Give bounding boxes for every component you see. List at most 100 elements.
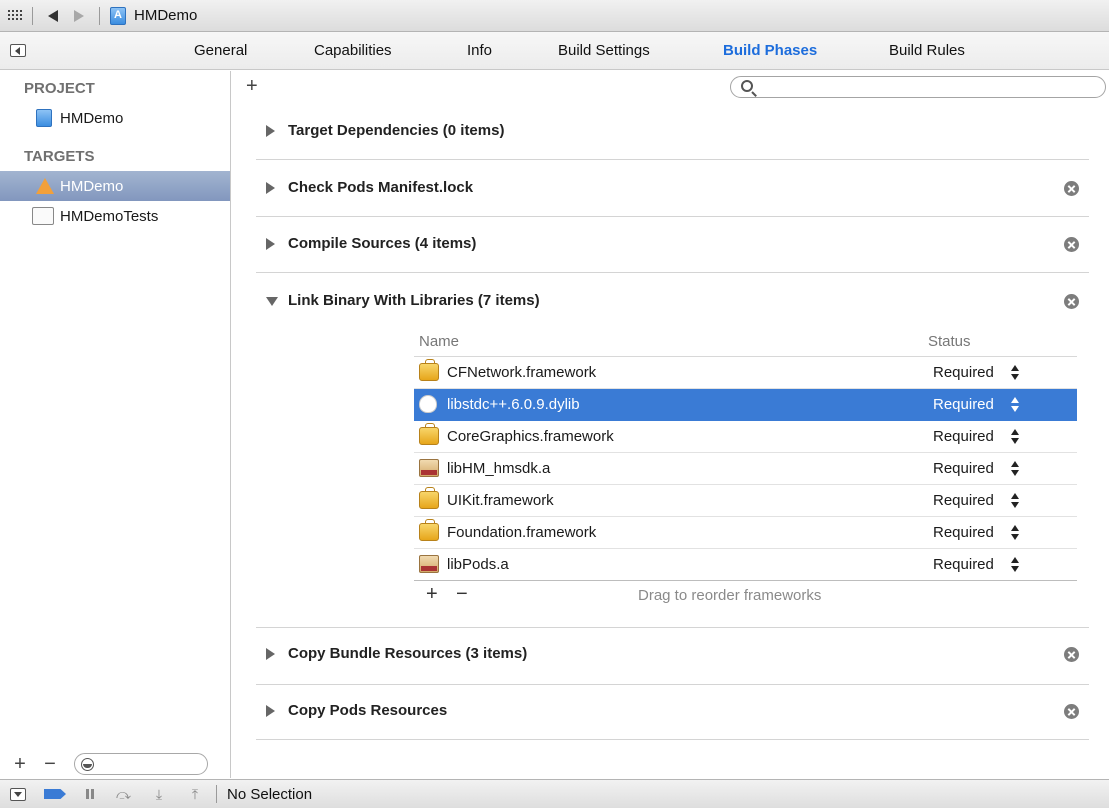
library-name: CoreGraphics.framework <box>447 428 614 445</box>
phase-title[interactable]: Copy Pods Resources <box>288 702 447 719</box>
pause-icon[interactable] <box>86 789 94 799</box>
project-file-icon <box>110 6 126 25</box>
remove-library-button[interactable]: − <box>456 583 468 606</box>
phase-copy-pods-resources: Copy Pods Resources <box>256 685 1089 740</box>
tab-info[interactable]: Info <box>467 42 492 59</box>
library-status[interactable]: Required <box>933 364 994 381</box>
status-stepper-icon[interactable] <box>1010 429 1020 445</box>
phase-title[interactable]: Link Binary With Libraries (7 items) <box>288 292 540 309</box>
tab-capabilities[interactable]: Capabilities <box>314 42 392 59</box>
library-name: CFNetwork.framework <box>447 364 597 381</box>
editor-tab-bar: General Capabilities Info Build Settings… <box>0 32 1109 70</box>
library-status[interactable]: Required <box>933 492 994 509</box>
column-header-status[interactable]: Status <box>928 333 971 350</box>
divider <box>32 6 33 25</box>
search-input[interactable] <box>761 78 1091 96</box>
breakpoints-icon[interactable] <box>44 789 66 799</box>
phase-title[interactable]: Copy Bundle Resources (3 items) <box>288 645 527 662</box>
sidebar-footer: + − <box>0 750 230 778</box>
table-row[interactable]: libHM_hmsdk.a Required <box>414 453 1077 485</box>
phase-copy-bundle-resources: Copy Bundle Resources (3 items) <box>256 628 1089 685</box>
library-status[interactable]: Required <box>933 396 994 413</box>
status-stepper-icon[interactable] <box>1010 461 1020 477</box>
archive-icon <box>419 555 439 573</box>
sidebar-filter-field[interactable] <box>74 753 208 775</box>
sidebar-item-label: HMDemo <box>60 177 124 195</box>
related-items-icon[interactable] <box>8 9 22 22</box>
library-status[interactable]: Required <box>933 524 994 541</box>
library-name: libPods.a <box>447 556 509 573</box>
sidebar-item-project-hmdemo[interactable]: HMDemo <box>0 103 230 133</box>
forward-arrow-icon[interactable] <box>69 6 89 26</box>
framework-icon <box>419 359 439 381</box>
phase-title[interactable]: Compile Sources (4 items) <box>288 235 476 252</box>
test-bundle-icon <box>32 207 54 225</box>
add-library-button[interactable]: + <box>426 583 438 606</box>
back-arrow-icon[interactable] <box>43 6 63 26</box>
remove-target-button[interactable]: − <box>40 753 60 776</box>
library-name: libstdc++.6.0.9.dylib <box>447 396 580 413</box>
library-name: UIKit.framework <box>447 492 554 509</box>
disclosure-triangle-icon[interactable] <box>266 297 278 306</box>
delete-phase-icon[interactable] <box>1064 704 1079 719</box>
disclosure-triangle-icon[interactable] <box>266 182 275 194</box>
table-row[interactable]: CoreGraphics.framework Required <box>414 421 1077 453</box>
phase-title[interactable]: Check Pods Manifest.lock <box>288 179 473 196</box>
status-stepper-icon[interactable] <box>1010 493 1020 509</box>
status-stepper-icon[interactable] <box>1010 557 1020 573</box>
archive-icon <box>419 459 439 477</box>
disclosure-triangle-icon[interactable] <box>266 125 275 137</box>
status-stepper-icon[interactable] <box>1010 397 1020 413</box>
table-footer: + − Drag to reorder frameworks <box>414 581 1077 611</box>
sidebar-item-target-hmdemotests[interactable]: HMDemoTests <box>0 201 230 231</box>
project-file-icon <box>36 109 52 127</box>
library-status[interactable]: Required <box>933 556 994 573</box>
divider <box>216 785 217 803</box>
sidebar-item-target-hmdemo[interactable]: HMDemo <box>0 171 230 201</box>
table-row[interactable]: libstdc++.6.0.9.dylib Required <box>414 389 1077 421</box>
tab-build-rules[interactable]: Build Rules <box>889 42 965 59</box>
disclosure-triangle-icon[interactable] <box>266 705 275 717</box>
tab-general[interactable]: General <box>194 42 247 59</box>
search-icon <box>741 80 753 92</box>
targets-section-header: TARGETS <box>24 148 95 165</box>
tab-build-settings[interactable]: Build Settings <box>558 42 650 59</box>
phase-compile-sources: Compile Sources (4 items) <box>256 217 1089 273</box>
table-row[interactable]: UIKit.framework Required <box>414 485 1077 517</box>
library-status[interactable]: Required <box>933 428 994 445</box>
reorder-hint: Drag to reorder frameworks <box>638 587 822 604</box>
delete-phase-icon[interactable] <box>1064 181 1079 196</box>
phase-title[interactable]: Target Dependencies (0 items) <box>288 122 504 139</box>
delete-phase-icon[interactable] <box>1064 647 1079 662</box>
phase-check-pods-manifest: Check Pods Manifest.lock <box>256 160 1089 217</box>
library-status[interactable]: Required <box>933 460 994 477</box>
phase-search-field[interactable] <box>730 76 1106 98</box>
sidebar-item-label: HMDemoTests <box>60 207 159 225</box>
table-row[interactable]: Foundation.framework Required <box>414 517 1077 549</box>
delete-phase-icon[interactable] <box>1064 237 1079 252</box>
add-build-phase-button[interactable]: + <box>246 75 258 98</box>
step-over-icon[interactable]: ⤼ <box>116 786 131 803</box>
disclosure-triangle-icon[interactable] <box>266 238 275 250</box>
divider <box>99 6 100 25</box>
column-header-name[interactable]: Name <box>419 333 459 350</box>
step-into-icon[interactable]: ⤓ <box>152 786 166 803</box>
table-row[interactable]: CFNetwork.framework Required <box>414 357 1077 389</box>
table-header: Name Status <box>414 329 1077 357</box>
disclosure-triangle-icon[interactable] <box>266 648 275 660</box>
sidebar-item-label: HMDemo <box>60 109 124 127</box>
framework-icon <box>419 487 439 509</box>
jump-bar-title[interactable]: HMDemo <box>134 7 197 24</box>
dylib-icon <box>419 395 437 413</box>
status-stepper-icon[interactable] <box>1010 365 1020 381</box>
add-target-button[interactable]: + <box>10 753 30 776</box>
status-stepper-icon[interactable] <box>1010 525 1020 541</box>
table-row[interactable]: libPods.a Required <box>414 549 1077 581</box>
delete-phase-icon[interactable] <box>1064 294 1079 309</box>
app-target-icon <box>34 176 56 196</box>
sidebar-toggle-icon[interactable] <box>10 44 26 57</box>
project-section-header: PROJECT <box>24 80 95 97</box>
step-out-icon[interactable]: ⤒ <box>188 786 202 803</box>
tab-build-phases[interactable]: Build Phases <box>723 42 817 59</box>
debug-area-toggle-icon[interactable] <box>10 787 26 801</box>
